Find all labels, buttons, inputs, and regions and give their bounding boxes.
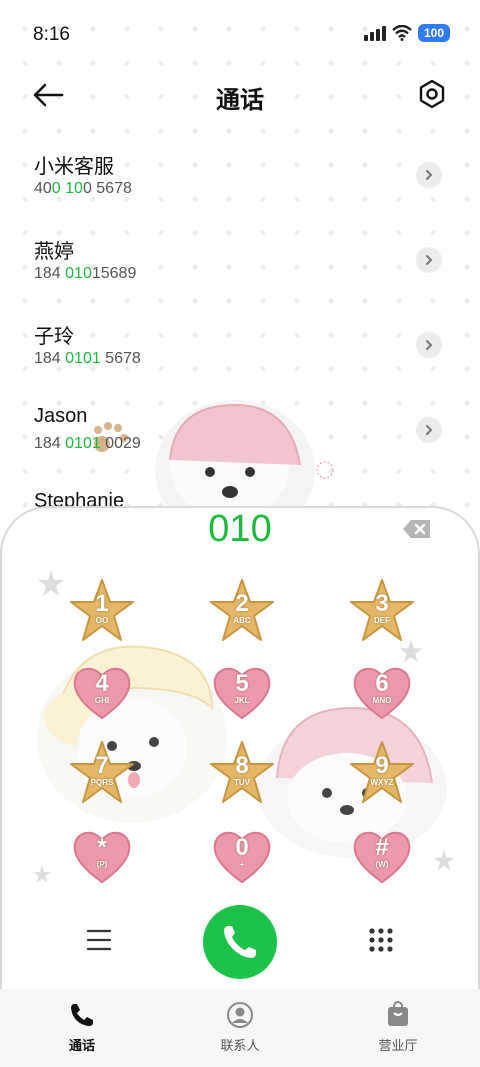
contact-number: 184 0101 5678 <box>34 350 141 367</box>
contact-row[interactable]: 燕婷 184 01015689 <box>0 225 480 310</box>
menu-button[interactable] <box>86 928 112 952</box>
chevron-right-icon <box>426 340 433 350</box>
status-bar: 8:16 100 <box>0 0 480 68</box>
chevron-right-icon <box>426 255 433 265</box>
phone-handset-icon <box>224 926 256 958</box>
contact-row[interactable]: Jason 184 0101 0029 <box>0 395 480 480</box>
contact-detail-button[interactable] <box>416 332 442 358</box>
contact-number: 184 01015689 <box>34 265 137 282</box>
dial-key-6[interactable]: 6 MNO <box>349 658 415 724</box>
tab-label: 通话 <box>68 1038 95 1053</box>
battery-indicator: 100 <box>417 24 450 42</box>
dial-key-9[interactable]: 9 WXYZ <box>349 740 415 806</box>
bottom-tab-bar: 通话 联系人 营业厅 <box>0 989 480 1067</box>
tab-label: 联系人 <box>220 1038 260 1053</box>
shop-bag-icon <box>388 1001 408 1026</box>
tab-calls[interactable]: 通话 <box>32 1001 132 1054</box>
dial-key-4[interactable]: 4 GHI <box>69 658 135 724</box>
chevron-right-icon <box>426 425 433 435</box>
status-time: 8:16 <box>33 24 70 45</box>
wifi-icon <box>392 25 412 41</box>
contact-name: Jason <box>34 405 88 427</box>
contact-name: 子玲 <box>34 326 74 348</box>
contact-number: 184 0101 0029 <box>34 435 141 452</box>
contact-name: 燕婷 <box>34 241 74 263</box>
dial-key-8[interactable]: 8 TUV <box>209 740 275 806</box>
tab-shop[interactable]: 营业厅 <box>348 1001 448 1054</box>
dialer-action-row <box>0 898 480 984</box>
dial-key-5[interactable]: 5 JKL <box>209 658 275 724</box>
contact-row[interactable]: 小米客服 400 100 5678 <box>0 140 480 225</box>
phone-icon <box>71 1004 93 1026</box>
contact-row[interactable]: 子玲 184 0101 5678 <box>0 310 480 395</box>
dial-key-1[interactable]: 1 OO <box>69 578 135 644</box>
contact-name: 小米客服 <box>34 156 114 178</box>
backspace-icon <box>403 520 430 538</box>
star-doodle <box>433 849 455 871</box>
contact-number: 400 100 5678 <box>34 180 132 197</box>
contact-list: 小米客服 400 100 5678 燕婷 184 01015689 子玲 184… <box>0 140 480 565</box>
backspace-button[interactable] <box>402 518 432 540</box>
contact-detail-button[interactable] <box>416 247 442 273</box>
star-doodle <box>38 570 64 596</box>
keypad-toggle-button[interactable] <box>368 927 394 953</box>
tab-contacts[interactable]: 联系人 <box>190 1001 290 1054</box>
page-title: 通话 <box>216 87 264 114</box>
chevron-right-icon <box>426 170 433 180</box>
dial-key-star[interactable]: * (P) <box>69 822 135 888</box>
dial-key-hash[interactable]: # (W) <box>349 822 415 888</box>
contact-detail-button[interactable] <box>416 162 442 188</box>
header: 通话 <box>0 68 480 124</box>
contact-detail-button[interactable] <box>416 417 442 443</box>
dial-key-7[interactable]: 7 PQRS <box>69 740 135 806</box>
dial-key-3[interactable]: 3 DEF <box>349 578 415 644</box>
dial-key-0[interactable]: 0 + <box>209 822 275 888</box>
settings-button[interactable] <box>416 78 448 110</box>
dial-key-2[interactable]: 2 ABC <box>209 578 275 644</box>
tab-label: 营业厅 <box>378 1038 418 1053</box>
signal-icon <box>363 25 386 41</box>
contacts-icon <box>227 1002 253 1028</box>
keypad-grid-icon <box>369 928 393 952</box>
status-icons: 100 <box>363 24 450 42</box>
star-doodle <box>33 865 51 883</box>
call-button[interactable] <box>203 905 277 979</box>
hamburger-menu-icon <box>86 929 112 951</box>
settings-hexagon-icon <box>419 79 445 109</box>
